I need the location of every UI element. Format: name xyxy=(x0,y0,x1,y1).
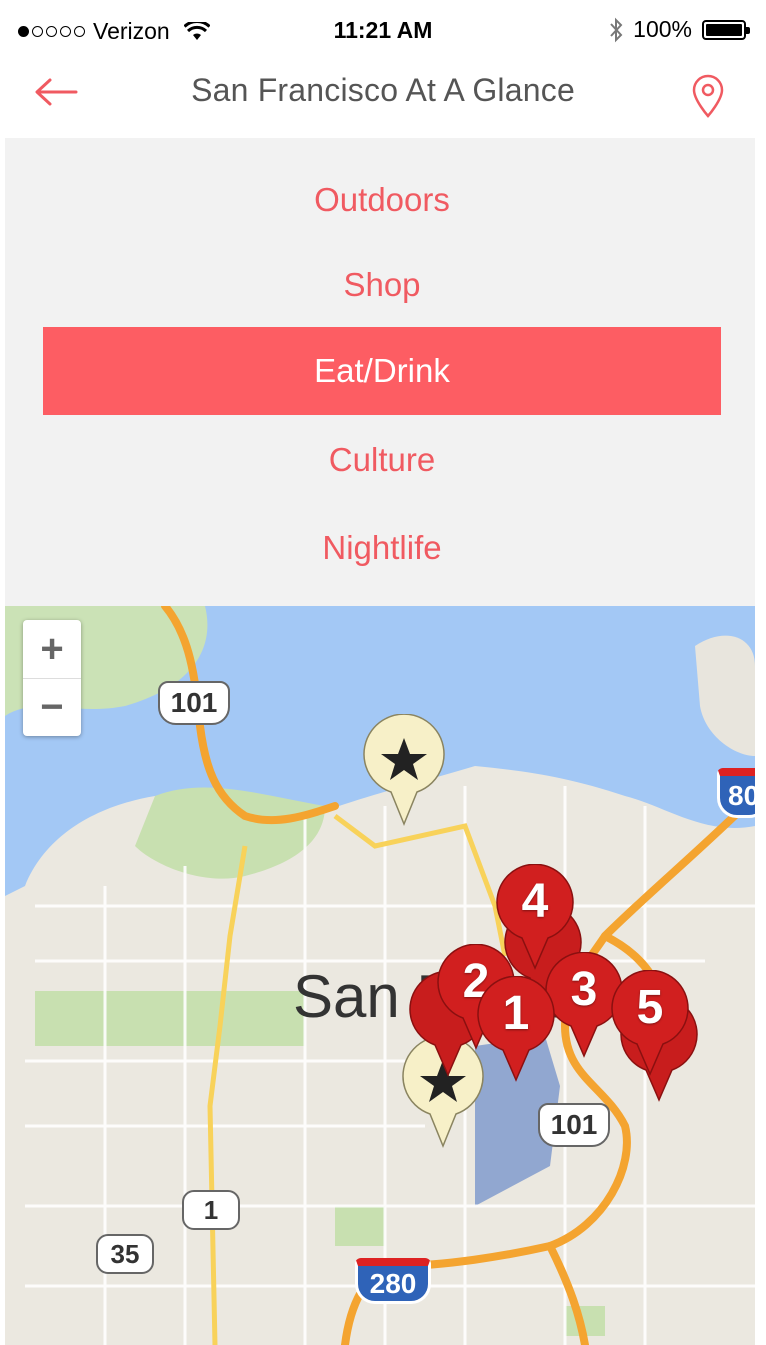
status-right: 100% xyxy=(609,16,750,43)
highway-101-south-shield: 101 xyxy=(538,1103,610,1147)
zoom-out-button[interactable]: − xyxy=(23,678,81,736)
highway-101-north-shield: 101 xyxy=(158,681,230,725)
highway-35-shield: 35 xyxy=(96,1234,154,1274)
marker-number: 5 xyxy=(636,981,664,1034)
zoom-in-button[interactable]: + xyxy=(23,620,81,678)
category-culture[interactable]: Culture xyxy=(43,416,721,504)
star-marker-north[interactable] xyxy=(361,714,447,826)
map-pin-icon[interactable] xyxy=(690,74,726,118)
star-pin-icon xyxy=(363,714,445,826)
zoom-control: + − xyxy=(23,620,81,736)
battery-icon xyxy=(702,19,750,40)
bluetooth-icon xyxy=(610,17,623,42)
category-outdoors[interactable]: Outdoors xyxy=(43,156,721,244)
arrow-left-icon[interactable] xyxy=(32,74,80,110)
page-title: San Francisco At A Glance xyxy=(191,72,575,108)
category-eat-drink[interactable]: Eat/Drink xyxy=(43,327,721,415)
interstate-80-shield: 80 xyxy=(717,768,755,818)
category-menu: Outdoors Shop Eat/Drink Culture Nightlif… xyxy=(5,138,755,606)
map-marker-1[interactable]: 1 xyxy=(475,976,557,1082)
status-bar: Verizon 11:21 AM 100% xyxy=(0,0,766,62)
highway-1-shield: 1 xyxy=(182,1190,240,1230)
category-nightlife[interactable]: Nightlife xyxy=(43,504,721,592)
map-marker-5[interactable]: 5 xyxy=(609,970,691,1076)
marker-number: 1 xyxy=(502,987,530,1040)
category-shop[interactable]: Shop xyxy=(43,241,721,329)
marker-number: 4 xyxy=(521,875,549,928)
interstate-280-shield: 280 xyxy=(355,1258,431,1304)
nav-bar: San Francisco At A Glance xyxy=(0,62,766,138)
battery-percentage: 100% xyxy=(633,16,692,42)
map-view[interactable]: 101 101 1 35 280 80 San Francisco + − 4 xyxy=(5,606,755,1345)
